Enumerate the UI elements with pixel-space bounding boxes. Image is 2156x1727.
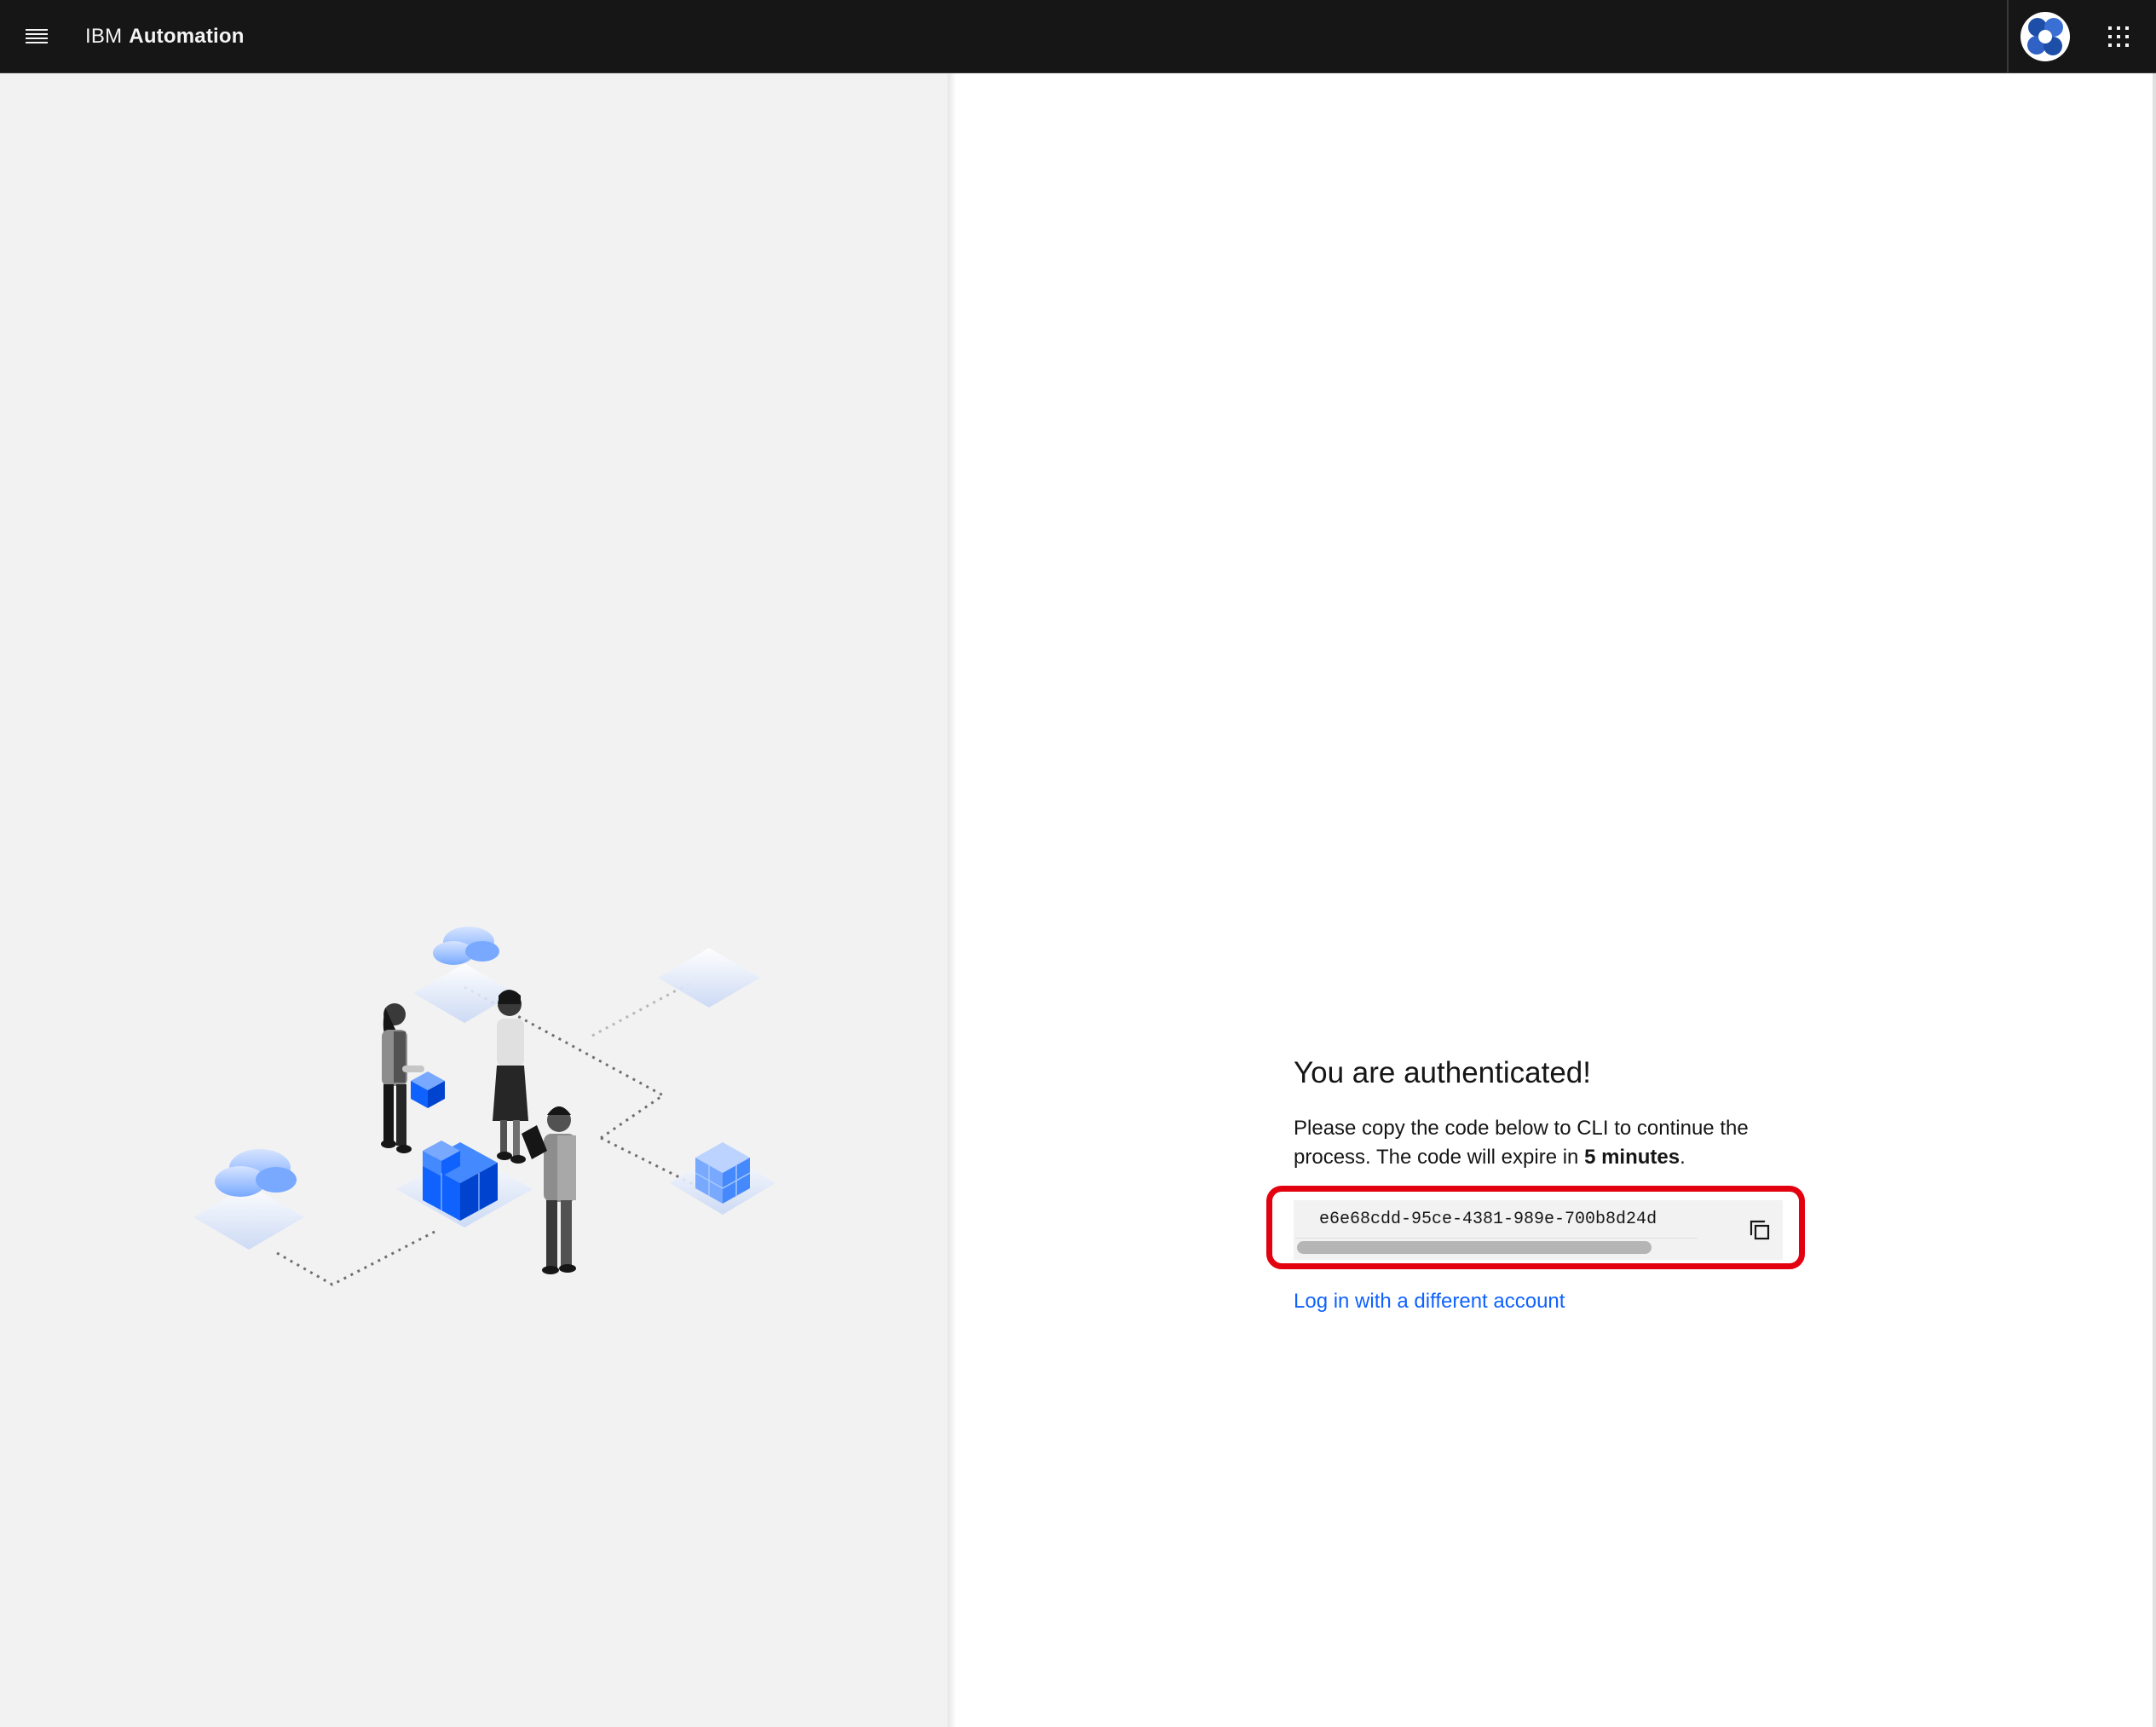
copy-code-button[interactable] xyxy=(1737,1200,1783,1260)
panel-shadow xyxy=(948,73,956,1727)
expiry-time: 5 minutes xyxy=(1584,1146,1680,1169)
tile-top-left xyxy=(413,963,516,1023)
auth-code-snippet[interactable]: e6e68cdd-95ce-4381-989e-700b8d24d xyxy=(1294,1200,1783,1260)
header-divider xyxy=(2007,0,2009,72)
login-different-account-link[interactable]: Log in with a different account xyxy=(1294,1287,1565,1316)
app-switcher-grid-icon xyxy=(2108,26,2129,47)
tile-top-right xyxy=(658,948,760,1008)
auth-title: You are authenticated! xyxy=(1294,1056,1591,1089)
brand-name[interactable]: IBM Automation xyxy=(85,0,245,72)
code-fade-overlay xyxy=(1662,1205,1703,1234)
user-avatar-icon xyxy=(2021,11,2070,61)
team-illustration xyxy=(193,927,775,1286)
app-switcher-button[interactable] xyxy=(2081,0,2156,72)
cloud-top-icon xyxy=(433,927,499,965)
top-header-bar: IBM Automation xyxy=(0,0,2156,73)
right-edge-border xyxy=(2153,73,2156,1727)
cloud-left-icon xyxy=(215,1149,297,1197)
user-avatar-button[interactable] xyxy=(2009,0,2081,72)
auth-code[interactable]: e6e68cdd-95ce-4381-989e-700b8d24d xyxy=(1319,1207,1696,1233)
auth-description: Please copy the code below to CLI to con… xyxy=(1294,1114,1771,1172)
brand-prefix: IBM xyxy=(85,24,123,48)
person-middle xyxy=(493,990,528,1164)
code-scrollbar-thumb[interactable] xyxy=(1297,1241,1652,1254)
brand-product: Automation xyxy=(129,24,245,48)
hamburger-menu-button[interactable] xyxy=(0,0,72,72)
auth-description-end: . xyxy=(1680,1146,1686,1169)
hamburger-menu-icon xyxy=(25,28,48,43)
held-cube xyxy=(411,1071,445,1108)
copy-icon xyxy=(1750,1220,1770,1240)
auth-success-panel: You are authenticated! Please copy the c… xyxy=(1294,1053,1822,1172)
